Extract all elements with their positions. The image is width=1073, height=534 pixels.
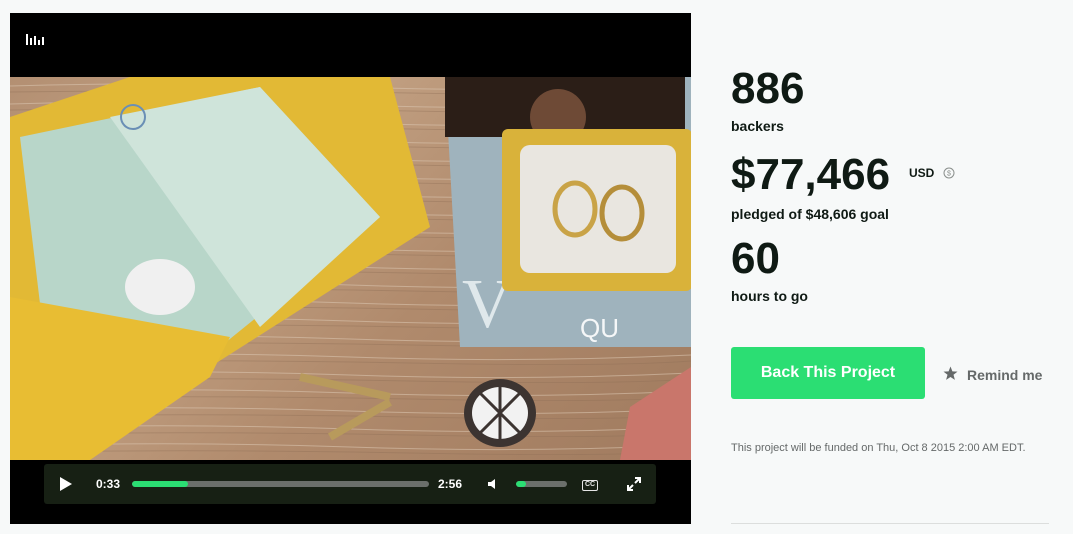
star-icon	[943, 366, 958, 380]
svg-text:$: $	[947, 171, 951, 178]
video-controls: 0:33 2:56 CC	[44, 464, 656, 504]
volume-icon[interactable]	[487, 477, 501, 491]
backers-label: backers	[731, 118, 784, 134]
pledged-goal-label: pledged of $48,606 goal	[731, 206, 889, 222]
pledged-amount: $77,466	[731, 150, 891, 199]
video-player[interactable]: V QU 0:33 2:56 CC	[10, 13, 691, 524]
closed-captions-icon[interactable]: CC	[582, 480, 598, 491]
progress-fill	[132, 481, 189, 487]
current-time: 0:33	[96, 477, 121, 491]
equalizer-icon	[26, 34, 44, 45]
remind-me-label: Remind me	[967, 367, 1043, 383]
svg-text:QU: QU	[580, 313, 619, 343]
currency-conversion-icon[interactable]: $	[943, 167, 955, 179]
currency-label: USD	[909, 166, 935, 180]
divider	[731, 523, 1049, 524]
volume-fill	[516, 481, 527, 487]
total-time: 2:56	[438, 477, 463, 491]
funding-note: This project will be funded on Thu, Oct …	[731, 442, 1026, 454]
back-project-button[interactable]: Back This Project	[731, 347, 925, 399]
hours-label: hours to go	[731, 288, 808, 304]
video-top-bar	[10, 13, 691, 77]
progress-slider[interactable]	[132, 481, 429, 487]
volume-slider[interactable]	[516, 481, 567, 487]
video-frame: V QU	[10, 77, 691, 460]
hours-remaining: 60	[731, 234, 780, 283]
fullscreen-icon[interactable]	[627, 477, 641, 491]
play-icon[interactable]	[58, 476, 74, 492]
backers-count: 886	[731, 64, 805, 113]
